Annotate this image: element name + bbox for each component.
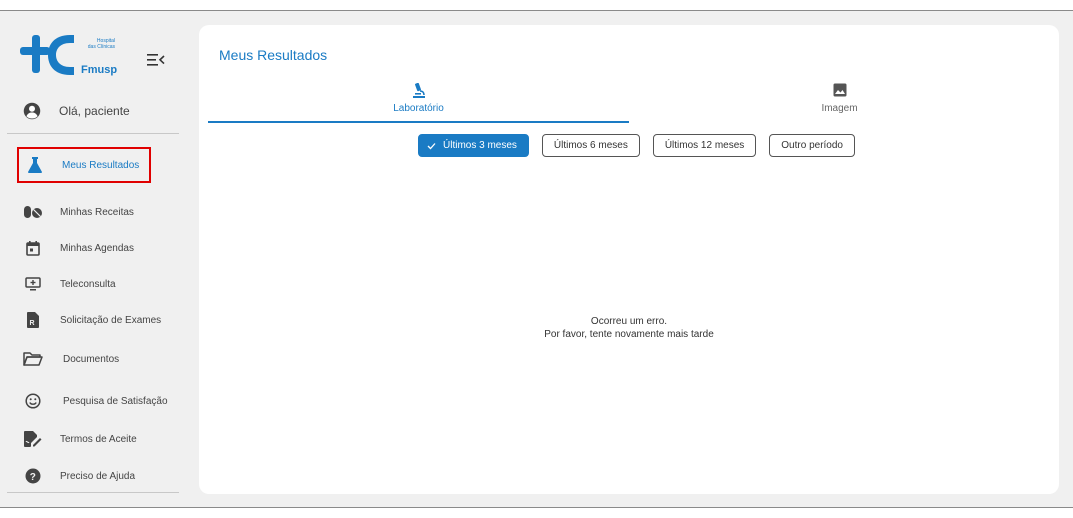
signature-icon [23, 429, 43, 449]
sidebar-item-minhas-agendas[interactable]: Minhas Agendas [17, 234, 189, 262]
sidebar-divider-top [7, 133, 179, 134]
results-panel: Meus Resultados Laboratório Imagem Últim… [199, 25, 1059, 494]
sidebar-item-teleconsulta[interactable]: Teleconsulta [17, 270, 189, 298]
tab-laboratorio[interactable]: Laboratório [208, 83, 629, 123]
sidebar-item-minhas-receitas[interactable]: Minhas Receitas [17, 198, 189, 226]
filter-6-months[interactable]: Últimos 6 meses [541, 134, 640, 157]
filter-label: Outro período [781, 140, 843, 151]
user-greeting: Olá, paciente [23, 101, 130, 121]
period-filter-group: Últimos 3 meses Últimos 6 meses Últimos … [418, 134, 855, 157]
sidebar-item-termos-aceite[interactable]: Termos de Aceite [17, 425, 189, 453]
sidebar-item-preciso-ajuda[interactable]: ? Preciso de Ajuda [17, 462, 189, 490]
filter-label: Últimos 12 meses [664, 140, 745, 151]
sidebar-item-label: Teleconsulta [60, 278, 116, 290]
sidebar-item-label: Preciso de Ajuda [60, 470, 136, 482]
sidebar-item-pesquisa-satisfacao[interactable]: Pesquisa de Satisfação [17, 387, 189, 415]
logo-name: Fmusp [81, 64, 118, 76]
logo-subtitle: Hospital das Clínicas [70, 38, 115, 50]
sidebar-item-label: Minhas Receitas [60, 206, 134, 218]
error-line-1: Ocorreu um erro. [590, 316, 668, 327]
sidebar-item-documentos[interactable]: Documentos [17, 345, 189, 373]
error-line-2: Por favor, tente novamente mais tarde [544, 329, 714, 340]
logo-line2: das Clínicas [87, 44, 115, 50]
filter-label: Últimos 3 meses [443, 140, 517, 151]
filter-3-months[interactable]: Últimos 3 meses [418, 134, 529, 157]
microscope-icon [208, 83, 629, 99]
sidebar-item-label: Solicitação de Exames [60, 314, 162, 326]
filter-custom-period[interactable]: Outro período [769, 134, 855, 157]
sidebar-item-label: Termos de Aceite [60, 433, 137, 445]
image-icon [629, 83, 1050, 99]
monitor-plus-icon [23, 274, 43, 294]
page-title: Meus Resultados [219, 47, 328, 63]
sidebar-item-solicitacao-exames[interactable]: R Solicitação de Exames [17, 306, 189, 334]
sidebar: Hospital das Clínicas Fmusp Olá, pacient… [0, 11, 190, 507]
account-circle-icon [23, 102, 41, 120]
app-frame: Hospital das Clínicas Fmusp Olá, pacient… [0, 10, 1073, 508]
menu-collapse-icon [147, 54, 165, 66]
sidebar-item-meus-resultados[interactable]: Meus Resultados [17, 147, 151, 183]
help-icon: ? [23, 466, 43, 486]
tab-label: Laboratório [393, 103, 444, 114]
error-message: Ocorreu um erro. Por favor, tente novame… [199, 315, 1059, 341]
tab-label: Imagem [821, 103, 858, 114]
sidebar-item-label: Documentos [63, 353, 120, 365]
pills-icon [23, 202, 43, 222]
sidebar-divider-bottom [7, 492, 179, 493]
sidebar-item-label: Minhas Agendas [60, 242, 134, 254]
flask-icon [25, 155, 45, 175]
svg-text:?: ? [30, 472, 36, 483]
smiley-icon [23, 391, 43, 411]
folder-open-icon [23, 349, 43, 369]
filter-12-months[interactable]: Últimos 12 meses [652, 134, 757, 157]
calendar-icon [23, 238, 43, 258]
tab-imagem[interactable]: Imagem [629, 83, 1050, 123]
sidebar-item-label: Pesquisa de Satisfação [63, 395, 168, 407]
prescription-icon: R [23, 310, 43, 330]
check-icon [427, 142, 436, 150]
greeting-text: Olá, paciente [59, 104, 130, 118]
filter-label: Últimos 6 meses [553, 140, 628, 151]
menu-collapse-button[interactable] [147, 53, 165, 67]
svg-text:R: R [30, 320, 35, 327]
sidebar-item-label: Meus Resultados [62, 159, 140, 171]
